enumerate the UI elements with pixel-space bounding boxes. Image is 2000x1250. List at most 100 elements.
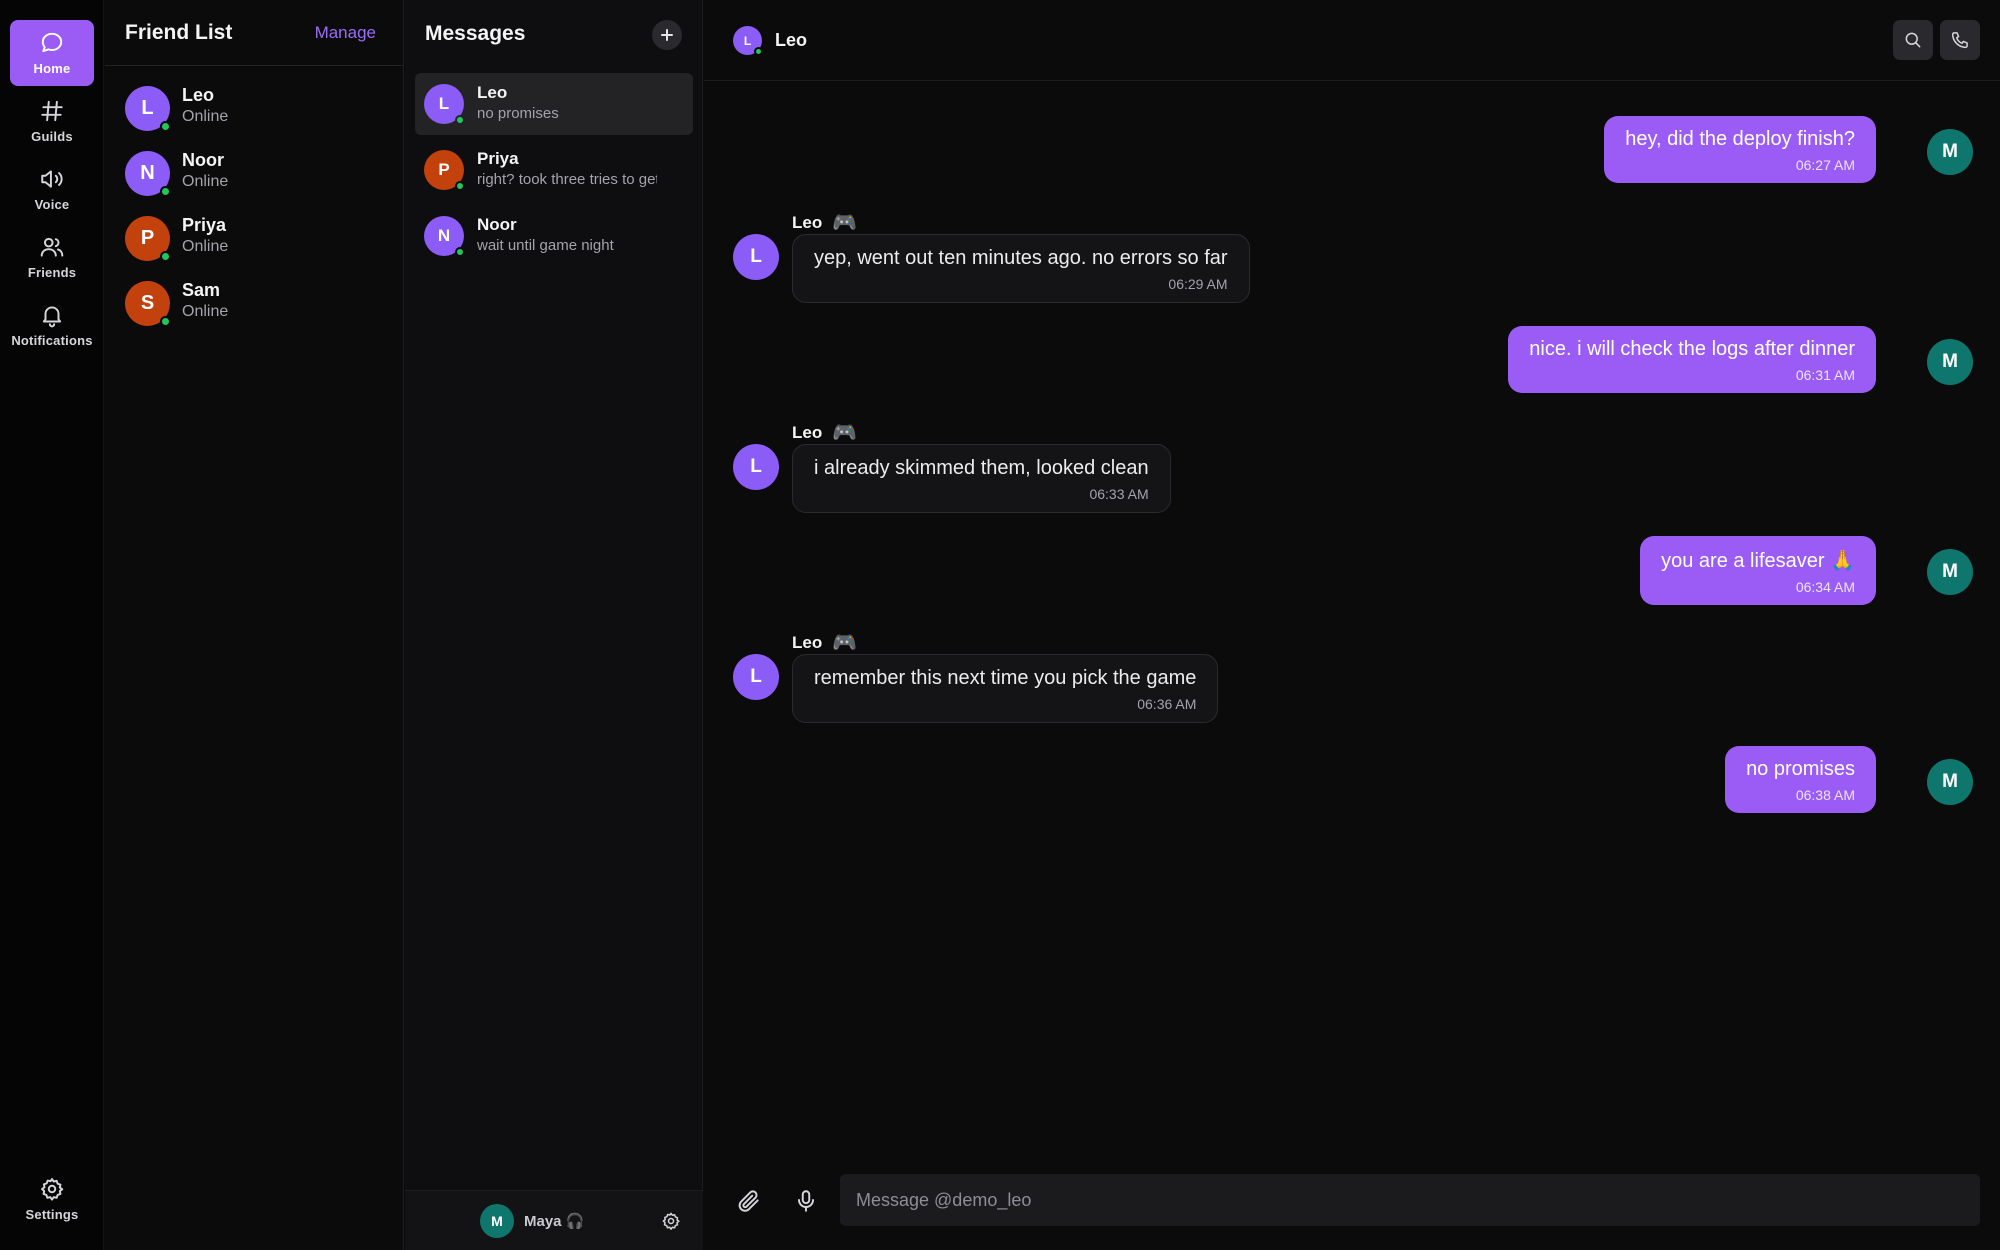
avatar: L bbox=[733, 654, 779, 700]
chat-bubble-icon bbox=[41, 32, 63, 53]
new-message-button[interactable] bbox=[652, 20, 682, 50]
avatar-initial: L bbox=[743, 33, 752, 48]
dm-name: Priya bbox=[477, 149, 519, 168]
dm-item-priya[interactable]: P Priya right? took three tries to get i… bbox=[415, 139, 693, 201]
attach-button[interactable] bbox=[736, 1188, 762, 1214]
avatar-initial: L bbox=[141, 97, 154, 119]
avatar-initial: L bbox=[750, 666, 762, 687]
rail-settings-label: Settings bbox=[25, 1207, 79, 1222]
bell-icon bbox=[42, 306, 62, 328]
online-status-dot bbox=[160, 186, 171, 197]
message-bubble-outgoing[interactable]: nice. i will check the logs after dinner… bbox=[1508, 326, 1876, 393]
friend-list-title: Friend List bbox=[125, 21, 233, 44]
user-settings-button[interactable] bbox=[661, 1211, 681, 1231]
users-icon bbox=[40, 237, 64, 257]
online-status-dot bbox=[160, 316, 171, 327]
messages-panel: Messages L Leo no promises P Priya right… bbox=[405, 0, 703, 1250]
dm-item-noor[interactable]: N Noor wait until game night bbox=[415, 205, 693, 267]
message-text: i already skimmed them, looked clean bbox=[814, 457, 1149, 479]
microphone-icon bbox=[797, 1190, 815, 1212]
sender-name: Leo bbox=[792, 632, 823, 652]
plus-icon bbox=[661, 29, 673, 41]
avatar-initial: M bbox=[491, 1213, 503, 1229]
message-timestamp: 06:34 AM bbox=[1795, 579, 1855, 595]
rail-friends-button[interactable]: Friends bbox=[10, 224, 94, 290]
friend-item-leo[interactable]: L Leo Online bbox=[105, 79, 404, 139]
friend-name: Noor bbox=[182, 150, 224, 170]
messages-title: Messages bbox=[425, 22, 526, 45]
avatar-initial: P bbox=[140, 227, 155, 249]
gamepad-icon: 🎮 bbox=[832, 422, 858, 444]
message-timestamp: 06:33 AM bbox=[1089, 486, 1149, 502]
avatar-initial: S bbox=[140, 292, 155, 314]
sender-name: Leo bbox=[792, 212, 823, 232]
rail-guilds-button[interactable]: Guilds bbox=[10, 88, 94, 154]
online-status-dot bbox=[160, 121, 171, 132]
rail-home-button[interactable]: Home bbox=[10, 20, 94, 86]
paperclip-icon bbox=[738, 1190, 759, 1212]
friend-status: Online bbox=[182, 173, 229, 190]
rail-guilds-label: Guilds bbox=[31, 129, 73, 144]
message-bubble-outgoing[interactable]: you are a lifesaver 🙏 06:34 AM bbox=[1640, 536, 1876, 605]
message-bubble-outgoing[interactable]: hey, did the deploy finish? 06:27 AM bbox=[1604, 116, 1876, 183]
friend-list-panel: Friend List Manage L Leo Online N Noor O… bbox=[105, 0, 404, 1250]
dm-preview: right? took three tries to get it bbox=[477, 171, 657, 188]
gear-icon bbox=[41, 1178, 64, 1201]
rail-notifications-label: Notifications bbox=[11, 333, 93, 348]
avatar[interactable]: M bbox=[480, 1204, 514, 1238]
message-text: no promises bbox=[1746, 758, 1855, 780]
speaker-icon bbox=[41, 170, 63, 188]
message-bubble-incoming[interactable]: yep, went out ten minutes ago. no errors… bbox=[792, 234, 1250, 303]
call-button[interactable] bbox=[1940, 20, 1980, 60]
hash-icon bbox=[41, 100, 63, 122]
online-status-dot bbox=[160, 251, 171, 262]
rail-notifications-button[interactable]: Notifications bbox=[10, 292, 94, 358]
dm-name: Leo bbox=[477, 83, 508, 102]
message-bubble-incoming[interactable]: remember this next time you pick the gam… bbox=[792, 654, 1219, 723]
friend-status: Online bbox=[182, 108, 229, 125]
chat-header: L Leo bbox=[704, 0, 2000, 81]
avatar-initial: M bbox=[1942, 771, 1958, 792]
message-composer bbox=[704, 1154, 2000, 1250]
message-text: hey, did the deploy finish? bbox=[1625, 128, 1855, 150]
friend-item-noor[interactable]: N Noor Online bbox=[105, 144, 404, 204]
friend-name: Priya bbox=[182, 215, 227, 235]
avatar-initial: L bbox=[438, 94, 450, 113]
message-sender: Leo 🎮 bbox=[792, 630, 857, 655]
online-status-dot bbox=[754, 47, 763, 56]
voice-message-button[interactable] bbox=[793, 1188, 819, 1214]
message-bubble-outgoing[interactable]: no promises 06:38 AM bbox=[1725, 746, 1876, 813]
avatar-initial: L bbox=[750, 456, 762, 477]
message-input[interactable] bbox=[840, 1174, 1980, 1226]
message-text: you are a lifesaver 🙏 bbox=[1661, 550, 1855, 572]
message-timestamp: 06:29 AM bbox=[1168, 276, 1228, 292]
friend-list-header: Friend List Manage bbox=[105, 0, 404, 66]
dm-preview: wait until game night bbox=[477, 237, 614, 254]
avatar: M bbox=[1927, 339, 1973, 385]
friend-name: Leo bbox=[182, 85, 215, 105]
search-button[interactable] bbox=[1893, 20, 1933, 60]
message-sender: Leo 🎮 bbox=[792, 420, 857, 445]
message-timestamp: 06:36 AM bbox=[1137, 696, 1197, 712]
dm-item-leo[interactable]: L Leo no promises bbox=[415, 73, 693, 135]
chat-panel: L Leo hey, did the deploy finish? 06:27 … bbox=[704, 0, 2000, 1250]
chat-recipient-name: Leo bbox=[775, 30, 808, 50]
message-bubble-incoming[interactable]: i already skimmed them, looked clean 06:… bbox=[792, 444, 1171, 513]
online-status-dot bbox=[455, 247, 465, 257]
gamepad-icon: 🎮 bbox=[832, 632, 858, 654]
rail-settings-button[interactable]: Settings bbox=[10, 1166, 94, 1232]
rail-voice-button[interactable]: Voice bbox=[10, 156, 94, 222]
current-user-name: Maya 🎧 bbox=[524, 1213, 585, 1230]
friend-status: Online bbox=[182, 303, 229, 320]
manage-friends-link[interactable]: Manage bbox=[315, 23, 376, 43]
avatar-initial: N bbox=[140, 162, 155, 184]
current-user-bar: M Maya 🎧 bbox=[405, 1190, 703, 1250]
message-timestamp: 06:31 AM bbox=[1795, 367, 1855, 383]
friend-item-sam[interactable]: S Sam Online bbox=[105, 274, 404, 334]
rail-voice-label: Voice bbox=[34, 197, 70, 212]
friend-item-priya[interactable]: P Priya Online bbox=[105, 209, 404, 269]
rail-friends-label: Friends bbox=[27, 265, 77, 280]
avatar-initial: M bbox=[1942, 141, 1958, 162]
message-timestamp: 06:38 AM bbox=[1795, 787, 1855, 803]
avatar: L bbox=[733, 234, 779, 280]
